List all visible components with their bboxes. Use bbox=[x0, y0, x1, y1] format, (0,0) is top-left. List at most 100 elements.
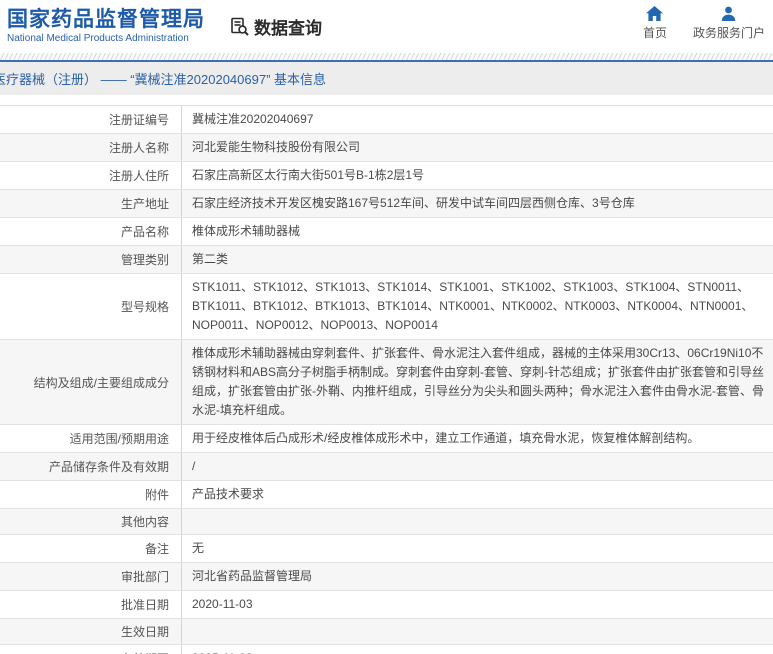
row-label-text: 产品名称 bbox=[120, 225, 169, 239]
row-label: 其他内容 bbox=[0, 509, 182, 534]
row-value: / bbox=[182, 453, 773, 480]
row-value: 第二类 bbox=[182, 246, 773, 273]
top-nav: 首页 政务服务门户 bbox=[643, 6, 765, 41]
table-row: 生产地址 石家庄经济技术开发区槐安路167号512车间、研发中试车间四层西侧仓库、… bbox=[0, 190, 773, 218]
row-label: 管理类别 bbox=[0, 246, 182, 273]
nav-gov-portal-label: 政务服务门户 bbox=[692, 26, 765, 40]
row-value-text: 石家庄高新区太行南大街501号B-1栋2层1号 bbox=[192, 168, 425, 182]
row-label: 产品储存条件及有效期 bbox=[0, 453, 182, 480]
row-label-text: 其他内容 bbox=[120, 515, 169, 529]
row-value: 椎体成形术辅助器械由穿刺套件、扩张套件、骨水泥注入套件组成，器械的主体采用30C… bbox=[182, 340, 773, 424]
table-row: 注册证编号 冀械注准20202040697 bbox=[0, 106, 773, 134]
row-label-text: 有效期至 bbox=[121, 650, 169, 654]
row-label: 注册人名称 bbox=[0, 134, 182, 161]
row-label: 产品名称 bbox=[0, 218, 182, 245]
row-value-text: 无 bbox=[192, 541, 205, 555]
home-icon bbox=[646, 6, 664, 21]
row-value-text: 河北省药品监督管理局 bbox=[192, 569, 313, 583]
row-label-text: 结构及组成/主要组成成分 bbox=[33, 375, 169, 390]
row-value-text: STK1011、STK1012、STK1013、STK1014、STK1001、… bbox=[192, 280, 754, 332]
row-label: 生产地址 bbox=[0, 190, 182, 217]
row-value-text: 河北爱能生物科技股份有限公司 bbox=[192, 140, 361, 154]
row-label: 适用范围/预期用途 bbox=[0, 425, 182, 452]
table-row: 其他内容 bbox=[0, 509, 773, 535]
row-label-text: 生效日期 bbox=[120, 625, 169, 639]
row-value-text: 2020-11-03 bbox=[192, 597, 253, 611]
data-query-section[interactable]: 数据查询 bbox=[229, 14, 322, 39]
row-value bbox=[182, 509, 773, 534]
row-label-text: 型号规格 bbox=[120, 300, 169, 314]
row-value: 石家庄高新区太行南大街501号B-1栋2层1号 bbox=[182, 162, 773, 189]
row-value: 椎体成形术辅助器械 bbox=[182, 218, 773, 245]
table-row: 审批部门 河北省药品监督管理局 bbox=[0, 563, 773, 591]
user-icon bbox=[722, 6, 736, 21]
row-value: 河北爱能生物科技股份有限公司 bbox=[182, 134, 773, 161]
table-row: 注册人名称 河北爱能生物科技股份有限公司 bbox=[0, 134, 773, 162]
row-value-text: 产品技术要求 bbox=[192, 487, 265, 501]
table-row: 有效期至 2025-11-02 bbox=[0, 645, 773, 654]
row-value: 石家庄经济技术开发区槐安路167号512车间、研发中试车间四层西侧仓库、3号仓库 bbox=[182, 190, 773, 217]
row-label-text: 批准日期 bbox=[120, 598, 169, 612]
nav-home-label: 首页 bbox=[642, 26, 667, 40]
logo-title: 国家药品监督管理局 bbox=[7, 8, 205, 31]
row-label-text: 适用范围/预期用途 bbox=[69, 432, 169, 446]
page: 国家药品监督管理局 National Medical Products Admi… bbox=[0, 0, 773, 654]
row-label-text: 注册人名称 bbox=[108, 141, 169, 155]
nav-home[interactable]: 首页 bbox=[643, 6, 667, 41]
table-row: 管理类别 第二类 bbox=[0, 246, 773, 274]
row-value: STK1011、STK1012、STK1013、STK1014、STK1001、… bbox=[182, 274, 773, 339]
row-value: 冀械注准20202040697 bbox=[182, 106, 773, 133]
row-label-text: 附件 bbox=[144, 488, 169, 502]
data-query-label: 数据查询 bbox=[254, 19, 322, 38]
row-value-text: 椎体成形术辅助器械 bbox=[192, 224, 301, 238]
row-value-text: 2025-11-02 bbox=[192, 649, 765, 654]
header: 国家药品监督管理局 National Medical Products Admi… bbox=[0, 0, 773, 53]
row-value-text: 用于经皮椎体后凸成形术/经皮椎体成形术中，建立工作通道，填充骨水泥，恢复椎体解剖… bbox=[192, 431, 700, 445]
row-value bbox=[182, 619, 773, 644]
table-row: 结构及组成/主要组成成分 椎体成形术辅助器械由穿刺套件、扩张套件、骨水泥注入套件组… bbox=[0, 340, 773, 425]
row-value: 2020-11-03 bbox=[182, 591, 773, 618]
breadcrumb: 医疗器械（注册） —— “冀械注准20202040697” 基本信息 bbox=[0, 72, 327, 87]
row-label-text: 管理类别 bbox=[120, 253, 169, 267]
row-value: 用于经皮椎体后凸成形术/经皮椎体成形术中，建立工作通道，填充骨水泥，恢复椎体解剖… bbox=[182, 425, 773, 452]
row-label-text: 注册证编号 bbox=[108, 113, 169, 127]
nmpa-logo[interactable]: 国家药品监督管理局 National Medical Products Admi… bbox=[7, 8, 205, 45]
table-row: 产品名称 椎体成形术辅助器械 bbox=[0, 218, 773, 246]
data-query-icon bbox=[231, 17, 249, 36]
nav-gov-portal[interactable]: 政务服务门户 bbox=[693, 6, 765, 41]
table-row: 适用范围/预期用途 用于经皮椎体后凸成形术/经皮椎体成形术中，建立工作通道，填充骨… bbox=[0, 425, 773, 453]
row-value: 无 bbox=[182, 535, 773, 562]
row-label-text: 备注 bbox=[144, 542, 169, 556]
row-label-text: 生产地址 bbox=[120, 197, 169, 211]
breadcrumb-bar: 医疗器械（注册） —— “冀械注准20202040697” 基本信息 bbox=[0, 62, 773, 95]
row-label: 注册证编号 bbox=[0, 106, 182, 133]
row-label: 备注 bbox=[0, 535, 182, 562]
stripe-divider bbox=[0, 53, 773, 60]
row-label: 注册人住所 bbox=[0, 162, 182, 189]
row-label: 结构及组成/主要组成成分 bbox=[0, 340, 182, 424]
row-label: 生效日期 bbox=[0, 619, 182, 644]
table-row: 注册人住所 石家庄高新区太行南大街501号B-1栋2层1号 bbox=[0, 162, 773, 190]
row-value-text: 石家庄经济技术开发区槐安路167号512车间、研发中试车间四层西侧仓库、3号仓库 bbox=[192, 196, 635, 210]
row-label: 批准日期 bbox=[0, 591, 182, 618]
table-row: 型号规格 STK1011、STK1012、STK1013、STK1014、STK1… bbox=[0, 274, 773, 340]
table-row: 备注 无 bbox=[0, 535, 773, 563]
row-label: 有效期至 bbox=[0, 645, 182, 654]
table-row: 批准日期 2020-11-03 bbox=[0, 591, 773, 619]
row-label: 审批部门 bbox=[0, 563, 182, 590]
row-value: 产品技术要求 bbox=[182, 481, 773, 508]
table-row: 附件 产品技术要求 bbox=[0, 481, 773, 509]
row-label-text: 审批部门 bbox=[120, 570, 169, 584]
row-value: 河北省药品监督管理局 bbox=[182, 563, 773, 590]
table-row: 生效日期 bbox=[0, 619, 773, 645]
row-label: 附件 bbox=[0, 481, 182, 508]
row-value: 2025-11-02 bbox=[182, 645, 773, 654]
row-value-text: 椎体成形术辅助器械由穿刺套件、扩张套件、骨水泥注入套件组成，器械的主体采用30C… bbox=[192, 346, 765, 417]
info-table: 注册证编号 冀械注准20202040697 注册人名称 河北爱能生物科技股份有限公司注… bbox=[0, 105, 773, 654]
row-label-text: 产品储存条件及有效期 bbox=[48, 460, 169, 474]
row-label-text: 注册人住所 bbox=[108, 169, 169, 183]
logo-subtitle: National Medical Products Administration bbox=[7, 33, 189, 44]
row-value-text: / bbox=[192, 459, 196, 473]
row-value-text: 冀械注准20202040697 bbox=[192, 112, 314, 126]
row-label: 型号规格 bbox=[0, 274, 182, 339]
